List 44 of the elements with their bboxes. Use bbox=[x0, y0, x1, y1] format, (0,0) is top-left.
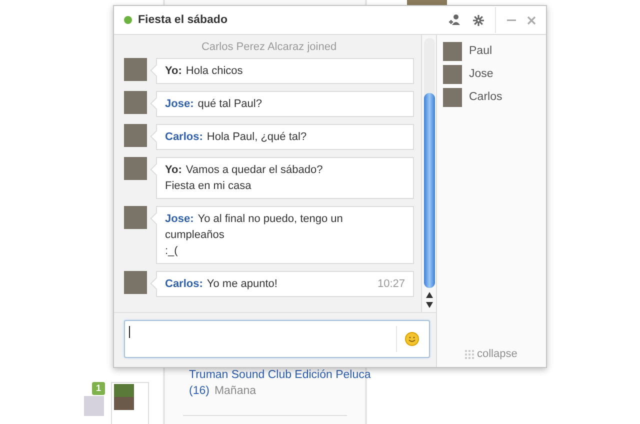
message-text: :_( bbox=[165, 244, 179, 258]
add-person-icon[interactable] bbox=[449, 14, 462, 26]
message-text: qué tal Paul? bbox=[198, 97, 263, 111]
avatar-photo bbox=[443, 88, 462, 106]
message-text: cumpleaños bbox=[165, 228, 226, 242]
grip-icon bbox=[465, 350, 474, 358]
sender-name: Carlos: bbox=[165, 277, 203, 291]
chat-tab[interactable] bbox=[111, 382, 150, 424]
avatar-photo bbox=[124, 157, 147, 180]
participant-name[interactable]: Carlos bbox=[469, 91, 502, 103]
message-text: Hola chicos bbox=[186, 64, 244, 78]
message-text: Hola Paul, ¿qué tal? bbox=[206, 130, 308, 144]
avatar-photo bbox=[124, 271, 147, 294]
participant-name[interactable]: Paul bbox=[469, 45, 492, 57]
sender-name: Yo: bbox=[165, 163, 182, 177]
sender-name: Carlos: bbox=[165, 130, 203, 144]
sender-name: Yo: bbox=[165, 64, 182, 78]
message-time: 10:27 bbox=[377, 277, 405, 291]
avatar-photo bbox=[443, 64, 462, 84]
avatar-photo bbox=[124, 91, 147, 114]
scrollbar[interactable] bbox=[421, 35, 436, 312]
avatar-photo bbox=[443, 42, 462, 60]
smiley-icon[interactable] bbox=[405, 332, 419, 346]
avatar-photo bbox=[124, 206, 147, 229]
event-day: Mañana bbox=[214, 385, 256, 397]
scroll-up-icon[interactable] bbox=[426, 292, 432, 298]
unread-badge: 1 bbox=[92, 382, 106, 395]
message-text: Vamos a quedar el sábado? bbox=[186, 163, 324, 177]
avatar-photo bbox=[124, 124, 147, 147]
photo-placeholder bbox=[407, 0, 447, 5]
sender-name: Jose: bbox=[165, 97, 194, 111]
message-input[interactable] bbox=[124, 320, 430, 358]
sender-name: Jose: bbox=[165, 212, 194, 226]
system-message: Carlos Perez Alcaraz joined bbox=[200, 41, 338, 53]
message-text: Yo me apunto! bbox=[206, 277, 278, 291]
settings-icon[interactable] bbox=[473, 14, 484, 26]
scroll-down-icon[interactable] bbox=[426, 302, 432, 308]
message-text: Fiesta en mi casa bbox=[165, 179, 252, 193]
window-title: Fiesta el sábado bbox=[138, 14, 228, 26]
event-count: (16) bbox=[189, 385, 210, 397]
avatar-photo bbox=[124, 58, 147, 81]
participant-name[interactable]: Jose bbox=[469, 68, 494, 80]
message-text: Yo al final no puedo, tengo un bbox=[198, 212, 344, 226]
event-link[interactable]: Truman Sound Club Edición Peluca bbox=[189, 369, 371, 381]
